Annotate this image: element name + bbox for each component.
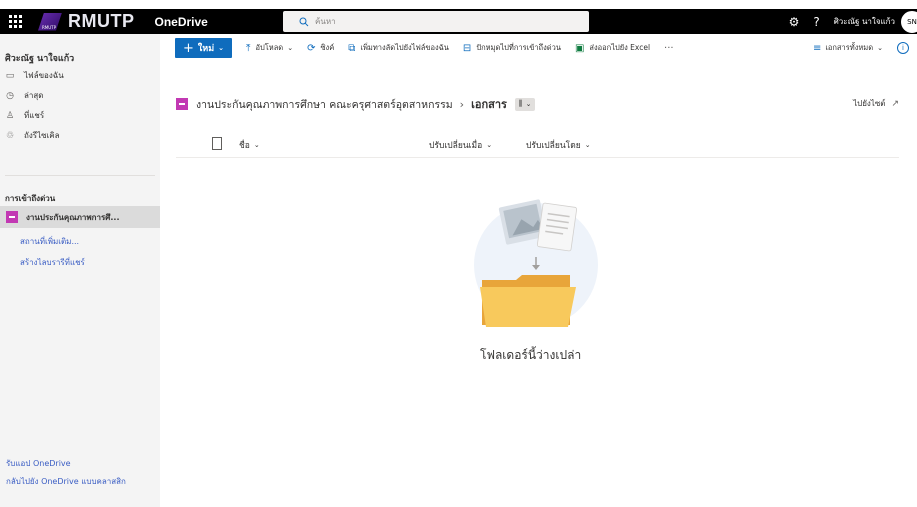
pin-label: ปักหมุดไปที่การเข้าถึงด่วน xyxy=(476,43,561,52)
sync-icon: ⟳ xyxy=(307,42,316,54)
go-to-site-link[interactable]: ไปยังไซต์ ↗ xyxy=(853,97,899,110)
quick-access-heading: การเข้าถึงด่วน xyxy=(5,194,56,203)
more-actions-button[interactable]: ··· xyxy=(664,43,674,54)
more-places-link[interactable]: สถานที่เพิ่มเติม... xyxy=(20,235,79,248)
view-selector[interactable]: ≡ เอกสารทั้งหมด ⌄ xyxy=(813,42,883,54)
info-icon[interactable]: i xyxy=(897,42,909,54)
back-to-classic-link[interactable]: กลับไปยัง OneDrive แบบคลาสสิก xyxy=(6,477,146,487)
column-modified[interactable]: ปรับเปลี่ยนเมื่อ ⌄ xyxy=(429,138,492,152)
chevron-down-icon: ⌄ xyxy=(584,141,591,149)
upload-button[interactable]: ⤒ อัปโหลด ⌄ xyxy=(246,42,293,54)
search-box[interactable]: ค้นหา xyxy=(283,11,589,32)
breadcrumb-current: เอกสาร xyxy=(471,98,507,111)
empty-folder-message: โฟลเดอร์นี้ว่างเปล่า xyxy=(480,348,582,362)
chevron-down-icon: ⌄ xyxy=(525,100,532,108)
site-tile-icon xyxy=(6,211,18,223)
column-name[interactable]: ชื่อ ⌄ xyxy=(239,138,260,152)
export-excel-button[interactable]: ▣ ส่งออกไปยัง Excel xyxy=(575,42,650,54)
sidebar-item-label: ไฟล์ของฉัน xyxy=(24,71,64,80)
top-bar: RMUTP RMUTP OneDrive ค้นหา ⚙ ? ศิวะณัฐ น… xyxy=(0,9,917,34)
sidebar-divider xyxy=(5,175,155,176)
breadcrumb-site-link[interactable]: งานประกันคุณภาพการศึกษา คณะครุศาสตร์อุตส… xyxy=(196,96,453,113)
sidebar-item-label: ล่าสุด xyxy=(24,91,44,100)
create-shared-library-link[interactable]: สร้างไลบรารีที่แชร์ xyxy=(20,256,85,269)
brand-name: RMUTP xyxy=(68,11,135,31)
column-modified-by[interactable]: ปรับเปลี่ยนโดย ⌄ xyxy=(526,138,591,152)
search-placeholder: ค้นหา xyxy=(315,17,336,26)
help-icon[interactable]: ? xyxy=(813,15,819,29)
sidebar-item-recent[interactable]: ◷ ล่าสุด xyxy=(5,89,43,102)
app-name[interactable]: OneDrive xyxy=(155,15,208,29)
quick-access-item-label: งานประกันคุณภาพการศึ... xyxy=(26,212,120,222)
sidebar-item-my-files[interactable]: ▭ ไฟล์ของฉัน xyxy=(5,69,64,82)
pin-icon: ⊟ xyxy=(462,42,472,54)
sync-button[interactable]: ⟳ ซิงค์ xyxy=(307,42,334,54)
add-shortcut-button[interactable]: ⧉ เพิ่มทางลัดไปยังไฟล์ของฉัน xyxy=(348,42,449,54)
clock-icon: ◷ xyxy=(6,90,14,101)
column-modified-label: ปรับเปลี่ยนเมื่อ xyxy=(429,141,483,151)
go-to-site-label: ไปยังไซต์ xyxy=(853,99,886,108)
upload-icon: ⤒ xyxy=(246,42,251,54)
add-shortcut-label: เพิ่มทางลัดไปยังไฟล์ของฉัน xyxy=(360,43,449,52)
column-name-label: ชื่อ xyxy=(239,141,250,151)
library-icon: ⫼ xyxy=(518,99,523,108)
quick-access-item-selected[interactable]: งานประกันคุณภาพการศึ... xyxy=(0,206,160,228)
sync-label: ซิงค์ xyxy=(320,43,335,52)
chevron-down-icon: ⌄ xyxy=(218,44,225,52)
empty-folder-illustration xyxy=(474,199,598,327)
new-button[interactable]: + ใหม่ ⌄ xyxy=(175,38,233,58)
get-onedrive-apps-link[interactable]: รับแอป OneDrive xyxy=(6,459,71,469)
recycle-bin-icon: ♲ xyxy=(5,130,15,141)
university-logo-icon: RMUTP xyxy=(38,12,62,31)
chevron-down-icon: ⌄ xyxy=(877,44,883,52)
arrow-up-right-icon: ↗ xyxy=(891,98,899,109)
excel-icon: ▣ xyxy=(574,42,585,54)
sidebar-item-label: ถังรีไซเคิล xyxy=(24,131,60,140)
avatar[interactable]: SN xyxy=(901,10,917,33)
folder-icon: ▭ xyxy=(5,70,15,81)
sidebar-item-recycle-bin[interactable]: ♲ ถังรีไซเคิล xyxy=(5,129,60,142)
view-options-button[interactable]: ⫼ ⌄ xyxy=(514,97,536,111)
pin-quick-access-button[interactable]: ⊟ ปักหมุดไปที่การเข้าถึงด่วน xyxy=(463,42,561,54)
brand-logo[interactable]: RMUTP RMUTP xyxy=(38,11,135,32)
filter-lines-icon: ≡ xyxy=(812,42,822,54)
people-icon: ♙ xyxy=(5,110,15,121)
file-type-icon xyxy=(212,137,222,150)
app-launcher-button[interactable] xyxy=(0,9,30,34)
sidebar-item-label: ที่แชร์ xyxy=(24,111,45,120)
command-bar: + ใหม่ ⌄ ⤒ อัปโหลด ⌄ ⟳ ซิงค์ ⧉ เพิ่มทางล… xyxy=(160,34,917,62)
plus-icon: + xyxy=(183,40,194,56)
list-column-header: ชื่อ ⌄ ปรับเปลี่ยนเมื่อ ⌄ ปรับเปลี่ยนโดย… xyxy=(176,133,899,158)
upload-label: อัปโหลด xyxy=(255,43,284,52)
site-tile-icon xyxy=(176,98,188,110)
more-label: ··· xyxy=(664,42,674,54)
breadcrumb: งานประกันคุณภาพการศึกษา คณะครุศาสตร์อุตส… xyxy=(176,95,536,113)
export-excel-label: ส่งออกไปยัง Excel xyxy=(589,43,651,52)
chevron-down-icon: ⌄ xyxy=(287,44,294,52)
settings-gear-icon[interactable]: ⚙ xyxy=(789,15,800,29)
view-selector-label: เอกสารทั้งหมด xyxy=(825,43,874,52)
chevron-right-icon: › xyxy=(459,97,465,111)
chevron-down-icon: ⌄ xyxy=(253,141,260,149)
user-name[interactable]: ศิวะณัฐ นาใจแก้ว xyxy=(834,15,895,28)
column-modified-by-label: ปรับเปลี่ยนโดย xyxy=(526,141,581,151)
waffle-icon xyxy=(8,15,22,28)
left-navigation: ศิวะณัฐ นาใจแก้ว ▭ ไฟล์ของฉัน ◷ ล่าสุด ♙… xyxy=(0,34,160,507)
new-button-label: ใหม่ xyxy=(197,44,215,54)
sidebar-item-shared[interactable]: ♙ ที่แชร์ xyxy=(5,109,44,122)
sidebar-user-name: ศิวะณัฐ นาใจแก้ว xyxy=(5,54,75,64)
chevron-down-icon: ⌄ xyxy=(486,141,493,149)
shortcut-icon: ⧉ xyxy=(348,42,356,54)
search-icon xyxy=(299,17,309,26)
